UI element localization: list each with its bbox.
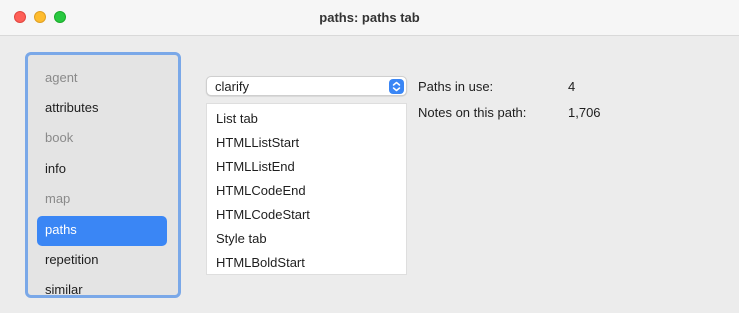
list-item[interactable]: HTMLCodeEnd xyxy=(216,179,306,203)
sidebar-item-agent[interactable]: agent xyxy=(37,64,167,94)
list-item[interactable]: HTMLListStart xyxy=(216,131,299,155)
list-item[interactable]: List tab xyxy=(216,107,258,131)
sidebar-item-paths[interactable]: paths xyxy=(37,216,167,246)
sidebar-item-repetition[interactable]: repetition xyxy=(37,246,167,276)
path-popup-button[interactable]: clarify xyxy=(206,76,407,96)
sidebar-item-map[interactable]: map xyxy=(37,185,167,215)
sidebar-item-book[interactable]: book xyxy=(37,124,167,154)
list-item[interactable]: HTMLBoldStart xyxy=(216,251,305,275)
sidebar-list[interactable]: agent attributes book info map paths rep… xyxy=(25,52,181,298)
list-item[interactable]: Style tab xyxy=(216,227,267,251)
chevron-up-down-icon xyxy=(389,79,404,94)
paths-in-use-label: Paths in use: xyxy=(418,79,494,94)
window-title: paths: paths tab xyxy=(319,10,420,25)
app-window: paths: paths tab agent attributes book i… xyxy=(0,0,739,313)
paths-in-use-value: 4 xyxy=(568,79,576,94)
path-notes-list[interactable]: List tab HTMLListStart HTMLListEnd HTMLC… xyxy=(206,103,407,275)
sidebar-item-attributes[interactable]: attributes xyxy=(37,94,167,124)
notes-on-path-value: 1,706 xyxy=(568,105,601,120)
title-bar[interactable]: paths: paths tab xyxy=(0,0,739,36)
sidebar-item-info[interactable]: info xyxy=(37,155,167,185)
sidebar-item-similar[interactable]: similar xyxy=(37,276,167,295)
notes-on-path-label: Notes on this path: xyxy=(418,105,527,120)
list-item[interactable]: HTMLListEnd xyxy=(216,155,295,179)
path-popup-selected: clarify xyxy=(215,79,249,94)
list-item[interactable]: HTMLCodeStart xyxy=(216,203,310,227)
